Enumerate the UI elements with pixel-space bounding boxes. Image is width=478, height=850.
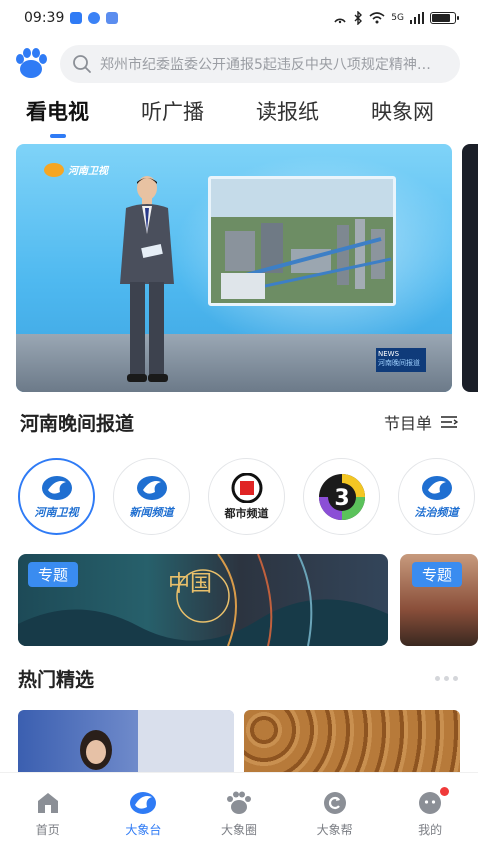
news-tag-label: NEWS xyxy=(378,350,400,358)
svg-text:3: 3 xyxy=(334,486,349,511)
program-title: 河南晚间报道 xyxy=(20,412,135,435)
nfc-icon xyxy=(334,18,346,24)
search-bar[interactable]: 郑州市纪委监委公开通报5起违反中央八项规定精神… xyxy=(60,45,460,83)
paw-icon xyxy=(226,791,251,814)
status-time: 09:39 xyxy=(24,10,65,26)
topic-badge: 专题 xyxy=(28,562,79,587)
tab-watch-tv[interactable]: 看电视 xyxy=(26,92,89,138)
bottom-navigation: 首页 大象台 大象圈 大象帮 我的 xyxy=(0,772,478,850)
notification-app-icon xyxy=(70,12,83,24)
nav-label: 我的 xyxy=(418,823,443,837)
nav-label: 大象帮 xyxy=(316,823,353,837)
news-channel-logo-icon xyxy=(136,475,167,500)
battery-fill xyxy=(432,14,450,22)
status-bar: 09:39 5G xyxy=(0,0,478,36)
hot-picks-header: 热门精选 xyxy=(18,662,458,694)
program-row: 河南晚间报道 节目单 xyxy=(20,404,458,440)
bluetooth-icon xyxy=(354,11,363,25)
header: 郑州市纪委监委公开通报5起违反中央八项规定精神… xyxy=(0,42,478,86)
special-topic-card[interactable]: 中国 专题 xyxy=(18,554,388,646)
wifi-icon xyxy=(369,12,385,24)
channel-3-logo-icon: 3 xyxy=(318,473,365,520)
schedule-label: 节目单 xyxy=(383,414,432,433)
channel-city[interactable]: 都市频道 xyxy=(208,458,285,535)
notification-shield-icon xyxy=(88,12,101,24)
battery-icon xyxy=(430,12,459,24)
channel-henan-tv[interactable]: 河南卫视 xyxy=(18,458,95,535)
hot-pick-thumbnail[interactable] xyxy=(244,710,460,772)
paw-logo-icon[interactable] xyxy=(14,47,48,81)
special-topic-card-peek[interactable]: 专题 xyxy=(400,554,478,646)
signal-bars-icon xyxy=(410,12,424,24)
profile-icon xyxy=(419,792,442,814)
legal-channel-logo-icon xyxy=(421,475,452,500)
tab-label: 读报纸 xyxy=(256,100,319,124)
channel-name: 都市频道 xyxy=(224,506,269,520)
tab-label: 映象网 xyxy=(371,100,434,124)
list-icon xyxy=(441,416,458,428)
topic-badge: 专题 xyxy=(412,562,463,587)
banner-logo-text: 河南卫视 xyxy=(68,166,108,177)
active-tab-indicator xyxy=(49,134,66,138)
topic-art-text: 中国 xyxy=(168,572,213,597)
nav-label: 首页 xyxy=(35,823,60,837)
city-channel-logo-icon xyxy=(231,472,262,503)
nav-elephant-help[interactable]: 大象帮 xyxy=(300,791,370,850)
schedule-button[interactable]: 节目单 xyxy=(384,410,458,434)
search-icon xyxy=(73,55,91,73)
tab-radio[interactable]: 听广播 xyxy=(141,92,204,132)
hot-pick-image xyxy=(80,710,234,772)
nav-profile[interactable]: 我的 xyxy=(395,787,465,850)
channel-news[interactable]: 新闻频道 xyxy=(113,458,190,535)
notification-app-icon-2 xyxy=(106,12,119,24)
channel-list: 河南卫视 新闻频道 都市频道 3 法治频道 xyxy=(18,458,478,538)
channel-name: 法治频道 xyxy=(414,505,459,519)
elephant-icon xyxy=(130,792,157,814)
search-placeholder: 郑州市纪委监委公开通报5起违反中央八项规定精神… xyxy=(100,57,431,73)
aerial-city-image xyxy=(211,179,393,303)
nav-elephant-tv[interactable]: 大象台 xyxy=(108,791,178,850)
nav-home[interactable]: 首页 xyxy=(13,791,83,850)
status-left: 09:39 xyxy=(24,10,119,26)
channel-name: 河南卫视 xyxy=(34,505,79,519)
nav-label: 大象台 xyxy=(125,823,162,837)
tab-yingxiang[interactable]: 映象网 xyxy=(371,92,434,132)
channel-watermark: 河南卫视 xyxy=(44,162,108,177)
category-tabs: 看电视 听广播 读报纸 映象网 xyxy=(0,92,478,140)
henan-tv-logo-icon xyxy=(41,475,72,500)
news-lower-third: NEWS 河南晚间报道 xyxy=(376,348,426,372)
hot-picks-title: 热门精选 xyxy=(18,668,95,691)
tab-label: 听广播 xyxy=(141,100,204,124)
video-banner[interactable]: 河南卫视 NEWS 河南晚间报道 xyxy=(16,144,452,392)
channel-legal[interactable]: 法治频道 xyxy=(398,458,475,535)
news-tag-caption: 河南晚间报道 xyxy=(378,359,420,367)
more-dots-icon[interactable] xyxy=(435,675,458,681)
home-icon xyxy=(37,793,58,813)
status-right: 5G xyxy=(333,11,459,25)
next-banner-peek[interactable] xyxy=(462,144,478,392)
tab-label: 看电视 xyxy=(26,100,89,124)
hot-pick-thumbnail[interactable] xyxy=(18,710,234,772)
notification-badge xyxy=(440,787,450,796)
tab-newspaper[interactable]: 读报纸 xyxy=(256,92,319,132)
channel-3[interactable]: 3 xyxy=(303,458,380,535)
news-anchor-figure xyxy=(120,176,174,382)
nav-label: 大象圈 xyxy=(220,823,257,837)
nav-elephant-circle[interactable]: 大象圈 xyxy=(204,791,274,850)
signal-strength-text: 5G xyxy=(391,13,404,23)
channel-logo-icon xyxy=(44,162,64,177)
channel-name: 新闻频道 xyxy=(129,505,174,519)
studio-screen xyxy=(208,176,396,306)
help-icon xyxy=(323,792,346,814)
